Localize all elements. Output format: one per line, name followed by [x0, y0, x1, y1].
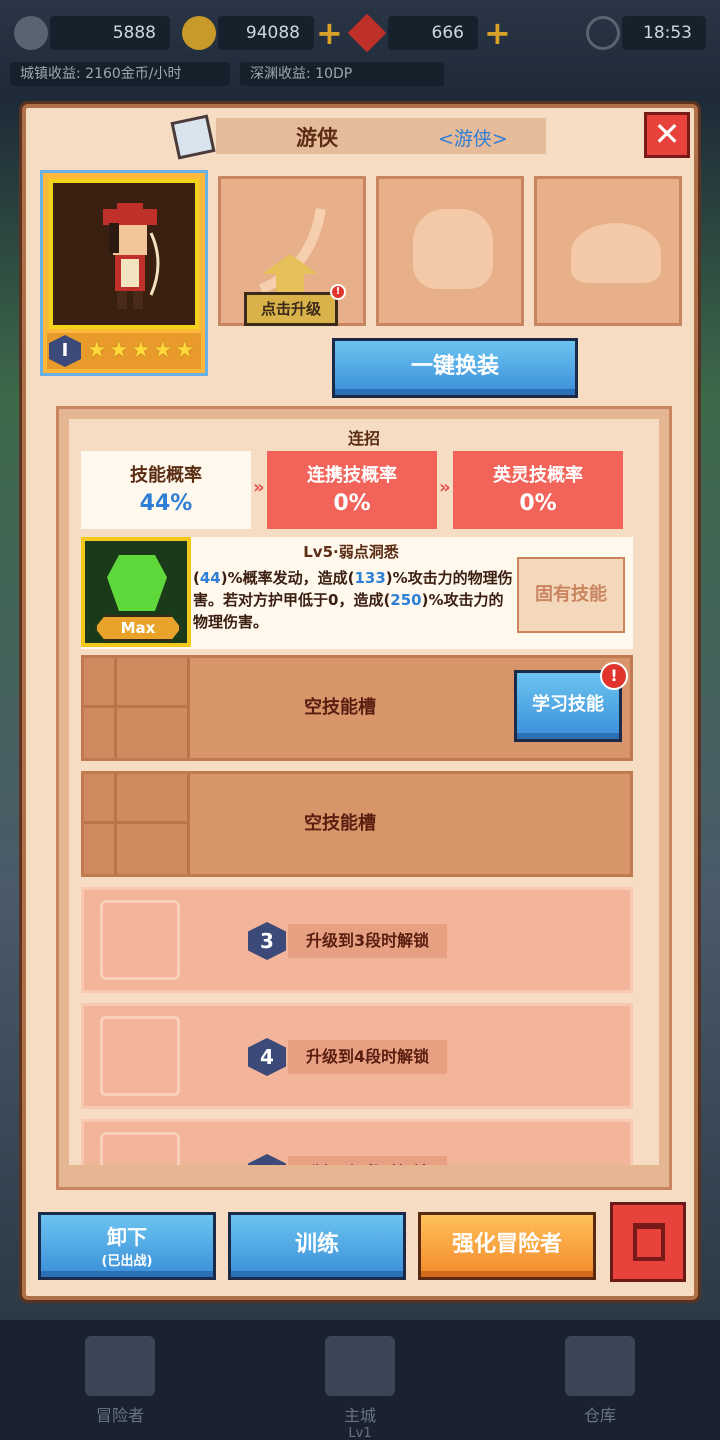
hero-class-tag: <游侠>: [438, 128, 508, 150]
desc-text: )%概率发动，造成(: [220, 569, 355, 587]
chain-rate-value: 0%: [333, 491, 371, 516]
town-income: 城镇收益: 2160金币/小时: [10, 62, 230, 86]
add-gold-button[interactable]: +: [316, 16, 343, 50]
nav-warehouse[interactable]: 仓库: [540, 1336, 660, 1426]
innate-skill-button[interactable]: 固有技能: [517, 557, 625, 633]
skill-description: (44)%概率发动，造成(133)%攻击力的物理伤害。若对方护甲低于0，造成(2…: [193, 567, 513, 633]
tier-badge: 5: [248, 1154, 286, 1165]
hero-portrait-frame: [49, 179, 199, 329]
hero-detail-panel: 游侠 <游侠> ✕ I ★ ★ ★ ★ ★ 点击升级 ! 一键换装 连招 技能概…: [22, 104, 698, 1300]
desc-highlight: 44: [199, 569, 221, 587]
spirit-rate-value: 0%: [519, 491, 557, 516]
hero-rank-badge: I: [49, 335, 81, 367]
clock-icon: [586, 16, 620, 50]
weakness-insight-skill-icon[interactable]: Max: [81, 537, 191, 647]
accessory-slot[interactable]: [534, 176, 682, 326]
skill-rate-box: 技能概率 44%: [81, 451, 251, 529]
learn-alert-icon: !: [600, 662, 628, 690]
gem-icon: [347, 13, 387, 53]
title-bar: 游侠 <游侠>: [216, 118, 546, 154]
chain-rate-box: 连携技概率 0%: [267, 451, 437, 529]
unload-label: 卸下: [107, 1225, 147, 1249]
empty-slot-label: 空技能槽: [304, 697, 376, 718]
desc-text: (: [193, 569, 200, 587]
skill-rate-label: 技能概率: [130, 465, 202, 486]
unload-sublabel: (已出战): [101, 1254, 153, 1269]
armor-slot[interactable]: [376, 176, 524, 326]
empty-slot-label: 空技能槽: [304, 813, 376, 834]
bottom-nav: 冒险者 主城 Lv1 仓库: [0, 1320, 720, 1440]
skill-rate-value: 44%: [139, 491, 193, 516]
skill-name: Lv5·弱点洞悉: [303, 543, 399, 561]
tier-badge: 3: [248, 922, 286, 960]
scroll-icon: [170, 114, 216, 160]
spirit-rate-label: 英灵技概率: [493, 465, 583, 486]
strengthen-button[interactable]: 强化冒险者: [418, 1212, 596, 1280]
star-icon: ★: [87, 338, 107, 363]
lock-icon: [100, 1132, 180, 1165]
locked-skill-slot: 5 升级到5段时解锁: [81, 1119, 633, 1165]
adventurers-icon: [85, 1336, 155, 1396]
chevron-right-icon: »: [439, 477, 451, 498]
chevron-right-icon: »: [253, 477, 265, 498]
lock-icon: [100, 900, 180, 980]
desc-highlight: 133: [354, 569, 386, 587]
close-button[interactable]: ✕: [644, 112, 690, 158]
star-icon: ★: [131, 338, 151, 363]
unlock-requirement: 升级到3段时解锁: [288, 924, 448, 958]
upgrade-badge[interactable]: 点击升级: [244, 292, 338, 326]
locked-skill-slot: 3 升级到3段时解锁: [81, 887, 633, 993]
maze-pattern-icon: [84, 774, 190, 874]
max-level-tag: Max: [95, 615, 181, 641]
chain-rate-label: 连携技概率: [307, 465, 397, 486]
time-display: 18:53: [622, 16, 706, 50]
add-gem-button[interactable]: +: [484, 16, 511, 50]
top-hud: 5888 94088 + 666 + 18:53 城镇收益: 2160金币/小时…: [0, 0, 720, 95]
skill-glyph: [107, 555, 167, 611]
star-icon: ★: [175, 338, 195, 363]
tier-badge: 4: [248, 1038, 286, 1076]
gold-coin-icon: [182, 16, 216, 50]
unlock-requirement: 升级到5段时解锁: [288, 1156, 448, 1165]
stamina-icon: [14, 16, 48, 50]
nav-warehouse-label: 仓库: [583, 1406, 616, 1425]
hero-portrait-card[interactable]: I ★ ★ ★ ★ ★: [40, 170, 208, 376]
nav-main-city-label: 主城: [343, 1406, 376, 1425]
hero-name: 游侠: [296, 126, 338, 150]
combo-title: 连招: [347, 429, 380, 448]
skill-list-scroll[interactable]: 连招 技能概率 44% » 连携技概率 0% » 英灵技概率 0% Max Lv…: [69, 419, 659, 1165]
lock-icon: [100, 1016, 180, 1096]
locked-skill-slot: 4 升级到4段时解锁: [81, 1003, 633, 1109]
skill-section: 连招 技能概率 44% » 连携技概率 0% » 英灵技概率 0% Max Lv…: [56, 406, 672, 1190]
spirit-rate-box: 英灵技概率 0%: [453, 451, 623, 529]
dismiss-hero-button[interactable]: [610, 1202, 686, 1282]
maze-pattern-icon: [84, 658, 190, 758]
nav-adventurers-label: 冒险者: [95, 1406, 144, 1425]
star-icon: ★: [109, 338, 129, 363]
unlock-requirement: 升级到4段时解锁: [288, 1040, 448, 1074]
unload-button[interactable]: 卸下 (已出战): [38, 1212, 216, 1280]
gold-value: 94088: [218, 16, 314, 50]
boots-silhouette-icon: [571, 223, 661, 283]
nav-adventurers[interactable]: 冒险者: [60, 1336, 180, 1426]
ranger-hero-sprite: [103, 203, 160, 309]
empty-skill-slot[interactable]: 空技能槽 学习技能 !: [81, 655, 633, 761]
nav-main-city-level: Lv1: [348, 1426, 372, 1440]
armor-silhouette-icon: [413, 209, 493, 289]
one-key-equip-button[interactable]: 一键换装: [332, 338, 578, 398]
train-button[interactable]: 训练: [228, 1212, 406, 1280]
warehouse-icon: [565, 1336, 635, 1396]
nav-main-city[interactable]: 主城 Lv1: [300, 1336, 420, 1440]
main-city-icon: [325, 1336, 395, 1396]
stamina-value: 5888: [50, 16, 170, 50]
abyss-income: 深渊收益: 10DP: [240, 62, 444, 86]
trash-icon: [633, 1223, 665, 1261]
empty-skill-slot[interactable]: 空技能槽: [81, 771, 633, 877]
gem-value: 666: [388, 16, 478, 50]
innate-skill-row: Max Lv5·弱点洞悉 (44)%概率发动，造成(133)%攻击力的物理伤害。…: [81, 537, 633, 649]
desc-highlight: 250: [390, 591, 422, 609]
hero-star-bar: I ★ ★ ★ ★ ★: [47, 333, 201, 369]
upgrade-alert-icon: !: [330, 284, 346, 300]
star-icon: ★: [153, 338, 173, 363]
